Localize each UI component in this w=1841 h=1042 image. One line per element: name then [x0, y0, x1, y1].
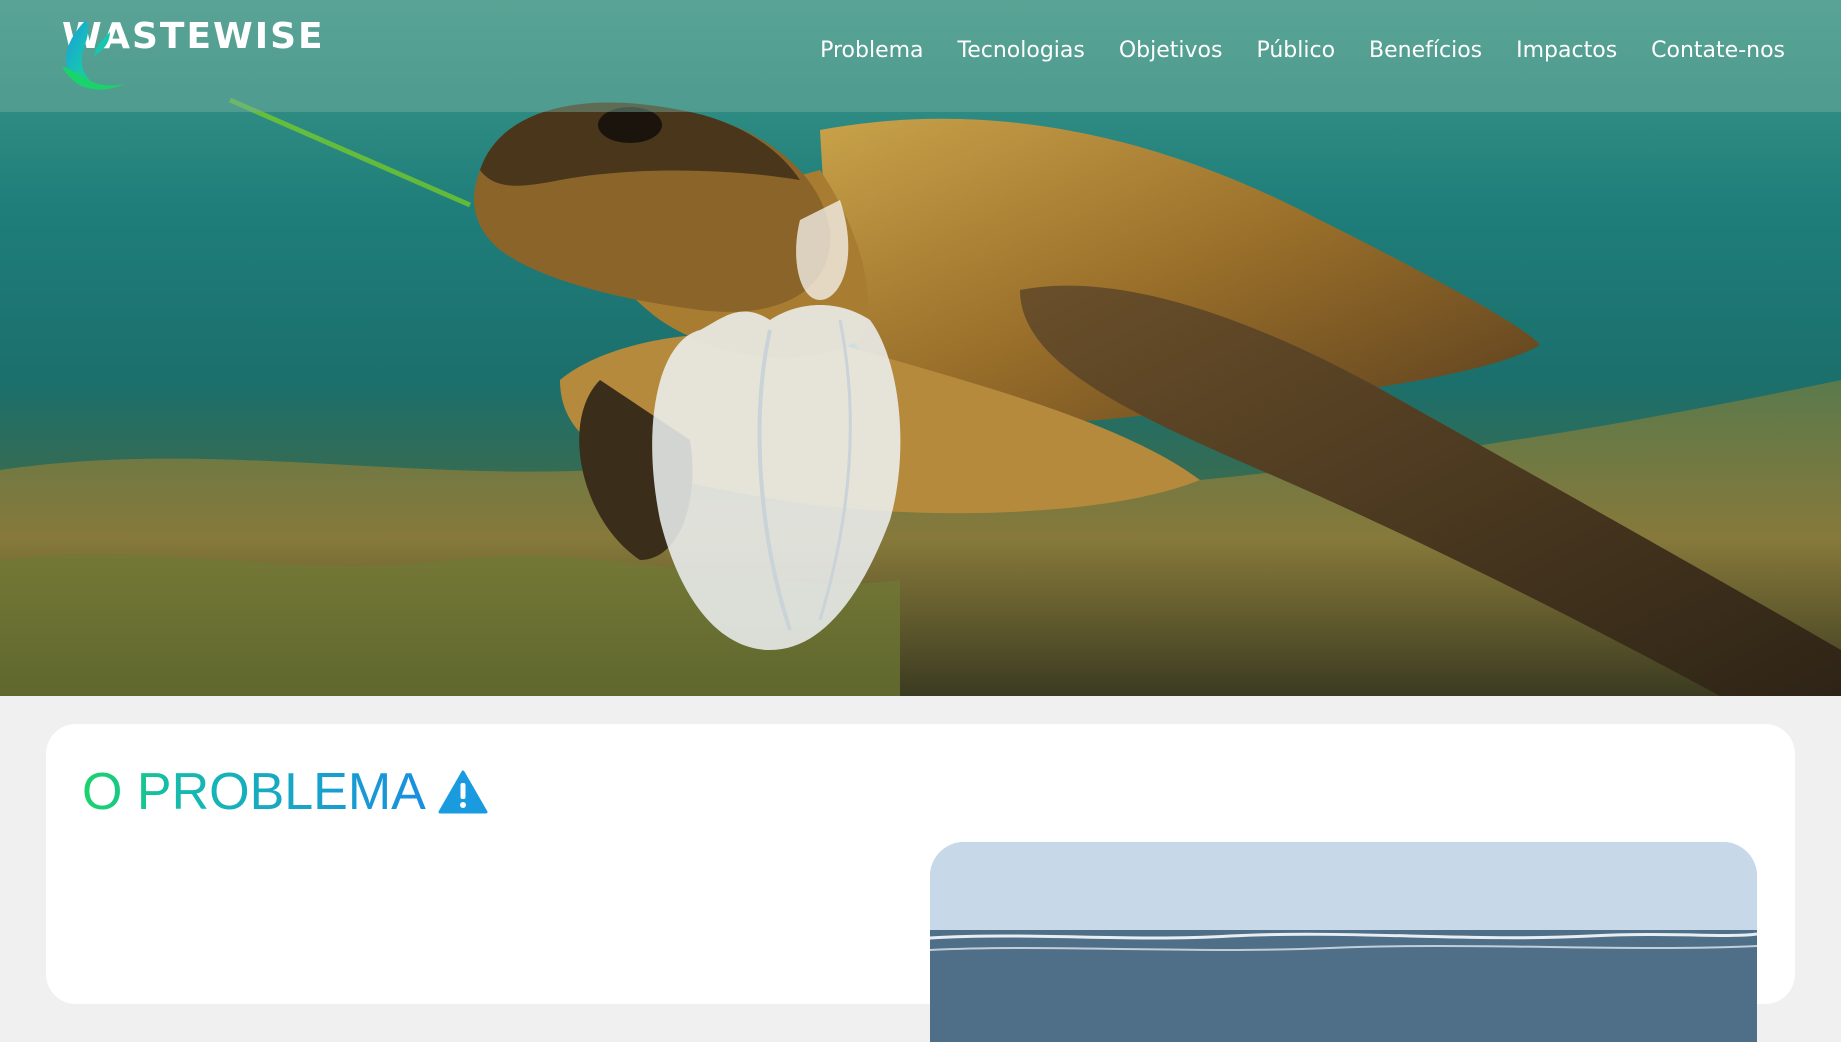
nav-item-objetivos[interactable]: Objetivos	[1119, 38, 1223, 63]
section-heading: O PROBLEMA	[82, 762, 488, 822]
nav-item-impactos[interactable]: Impactos	[1516, 38, 1617, 63]
nav-item-beneficios[interactable]: Benefícios	[1369, 38, 1482, 63]
nav-item-problema[interactable]: Problema	[820, 38, 923, 63]
nav-item-tecnologias[interactable]: Tecnologias	[958, 38, 1085, 63]
hero-banner: WASTEWISE Problema Tecnologias Objetivos…	[0, 0, 1841, 696]
nav-item-publico[interactable]: Público	[1256, 38, 1335, 63]
brand-logo[interactable]: WASTEWISE	[52, 16, 325, 90]
top-navigation-bar: WASTEWISE Problema Tecnologias Objetivos…	[0, 0, 1841, 112]
warning-icon	[438, 770, 488, 814]
problem-section-card: O PROBLEMA	[46, 724, 1795, 1042]
nav-item-contate-nos[interactable]: Contate-nos	[1651, 38, 1785, 63]
leaf-icon	[62, 20, 124, 90]
beach-photo	[930, 842, 1757, 1042]
main-nav: Problema Tecnologias Objetivos Público B…	[820, 38, 1785, 63]
section-title: O PROBLEMA	[82, 763, 426, 821]
beach-image	[930, 842, 1757, 1042]
